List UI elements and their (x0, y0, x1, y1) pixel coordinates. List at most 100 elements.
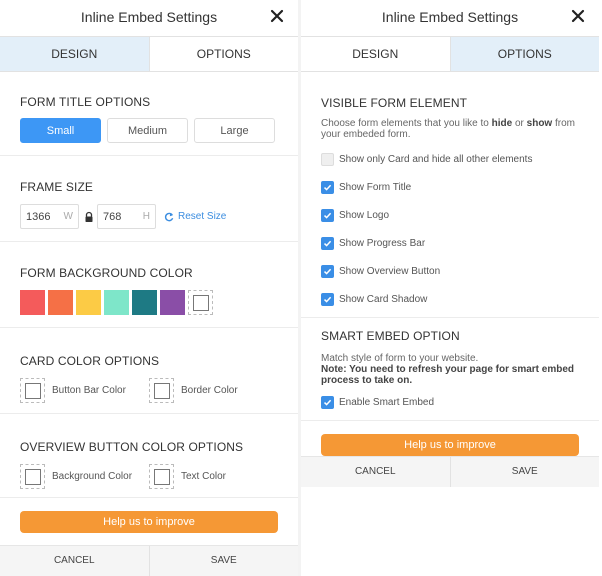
option-label: Show Logo (339, 209, 390, 221)
overview-background-color-label: Background Color (52, 471, 133, 482)
option-show-only-card[interactable]: Show only Card and hide all other elemen… (321, 145, 579, 173)
dialog-footer: CANCEL SAVE (0, 545, 298, 576)
title-size-large-button[interactable]: Large (194, 118, 275, 143)
title-size-small-button[interactable]: Small (20, 118, 101, 143)
color-swatch-yellow[interactable] (76, 290, 101, 315)
smart-embed-description: Match style of form to your website. (321, 353, 479, 364)
color-swatch-teal[interactable] (132, 290, 157, 315)
option-show-form-title[interactable]: Show Form Title (321, 173, 579, 201)
tab-bar: DESIGN OPTIONS (0, 36, 298, 72)
reset-size-label: Reset Size (178, 211, 227, 222)
overview-text-color-picker[interactable]: Text Color (149, 464, 226, 489)
frame-width-value: 1366 (26, 210, 51, 223)
overview-background-color-box (20, 464, 45, 489)
frame-width-input[interactable]: 1366 W (20, 204, 79, 229)
title-size-medium-button[interactable]: Medium (107, 118, 188, 143)
save-button[interactable]: SAVE (148, 546, 299, 576)
dialog-header: Inline Embed Settings (0, 0, 298, 36)
visible-elements-description: Choose form elements that you like to hi… (321, 118, 575, 140)
dialog-footer: CANCEL SAVE (301, 456, 599, 487)
button-bar-color-label: Button Bar Color (52, 385, 126, 396)
check-icon (323, 212, 332, 219)
tab-bar: DESIGN OPTIONS (301, 36, 599, 72)
cancel-button[interactable]: CANCEL (301, 457, 450, 487)
dialog-title: Inline Embed Settings (80, 9, 218, 25)
overview-background-color-picker[interactable]: Background Color (20, 464, 149, 489)
options-panel: Inline Embed Settings DESIGN OPTIONS VIS… (301, 0, 599, 490)
color-swatch-red[interactable] (20, 290, 45, 315)
form-title-heading: FORM TITLE OPTIONS (20, 95, 151, 109)
cancel-button[interactable]: CANCEL (0, 546, 149, 576)
refresh-icon (164, 212, 174, 221)
option-show-card-shadow[interactable]: Show Card Shadow (321, 285, 579, 313)
check-icon (323, 184, 332, 191)
overview-color-section: OVERVIEW BUTTON COLOR OPTIONS Background… (0, 414, 298, 498)
dialog-title: Inline Embed Settings (381, 9, 519, 25)
form-title-section: FORM TITLE OPTIONS Small Medium Large (0, 72, 298, 156)
dialog-header: Inline Embed Settings (301, 0, 599, 36)
color-swatches (20, 290, 278, 315)
card-color-section: CARD COLOR OPTIONS Button Bar Color Bord… (0, 328, 298, 414)
frame-size-heading: FRAME SIZE (20, 180, 94, 194)
checkbox[interactable] (321, 152, 334, 166)
frame-height-input[interactable]: 768 H (97, 204, 156, 229)
design-panel: Inline Embed Settings DESIGN OPTIONS FOR… (0, 0, 298, 576)
lock-icon[interactable] (83, 211, 95, 223)
smart-embed-heading: SMART EMBED OPTION (321, 329, 460, 343)
smart-embed-section: SMART EMBED OPTION Match style of form t… (301, 317, 599, 421)
option-show-overview-button[interactable]: Show Overview Button (321, 257, 579, 285)
frame-height-value: 768 (103, 210, 122, 223)
frame-size-section: FRAME SIZE 1366 W 768 H Reset Size (0, 156, 298, 242)
border-color-box (149, 378, 174, 403)
checkbox[interactable] (321, 180, 334, 194)
option-label: Show Progress Bar (339, 237, 426, 249)
smart-embed-note: Note: You need to refresh your page for … (321, 364, 575, 386)
checkbox[interactable] (321, 395, 334, 409)
tab-options[interactable]: OPTIONS (449, 37, 599, 71)
checkbox[interactable] (321, 236, 334, 250)
check-icon (323, 268, 332, 275)
background-color-section: FORM BACKGROUND COLOR (0, 242, 298, 328)
tab-design[interactable]: DESIGN (0, 37, 149, 71)
check-icon (323, 399, 332, 406)
visible-elements-heading: VISIBLE FORM ELEMENT (321, 96, 468, 110)
check-icon (323, 296, 332, 303)
button-bar-color-picker[interactable]: Button Bar Color (20, 378, 149, 403)
close-icon[interactable] (567, 5, 589, 27)
border-color-picker[interactable]: Border Color (149, 378, 238, 403)
checkbox[interactable] (321, 292, 334, 306)
custom-color-picker[interactable] (188, 290, 213, 315)
frame-width-unit: W (63, 211, 73, 222)
checkbox[interactable] (321, 208, 334, 222)
option-label: Show Card Shadow (339, 293, 428, 305)
option-show-progress-bar[interactable]: Show Progress Bar (321, 229, 579, 257)
option-label: Enable Smart Embed (339, 396, 435, 408)
color-swatch-purple[interactable] (160, 290, 185, 315)
overview-text-color-label: Text Color (181, 471, 227, 482)
option-label: Show Overview Button (339, 265, 441, 277)
close-icon[interactable] (266, 5, 288, 27)
border-color-label: Border Color (181, 385, 238, 396)
save-button[interactable]: SAVE (449, 457, 600, 487)
background-color-heading: FORM BACKGROUND COLOR (20, 266, 193, 280)
overview-text-color-box (149, 464, 174, 489)
check-icon (323, 240, 332, 247)
title-size-selector: Small Medium Large (20, 118, 278, 143)
checkbox[interactable] (321, 264, 334, 278)
card-color-heading: CARD COLOR OPTIONS (20, 354, 160, 368)
option-enable-smart-embed[interactable]: Enable Smart Embed (321, 388, 579, 416)
color-swatch-mint[interactable] (104, 290, 129, 315)
button-bar-color-box (20, 378, 45, 403)
option-show-logo[interactable]: Show Logo (321, 201, 579, 229)
option-label: Show Form Title (339, 181, 412, 193)
reset-size-button[interactable]: Reset Size (164, 211, 226, 222)
help-improve-button[interactable]: Help us to improve (321, 434, 579, 456)
color-swatch-orange[interactable] (48, 290, 73, 315)
tab-options[interactable]: OPTIONS (148, 37, 298, 71)
help-improve-button[interactable]: Help us to improve (20, 511, 278, 533)
option-label: Show only Card and hide all other elemen… (339, 153, 533, 165)
overview-color-heading: OVERVIEW BUTTON COLOR OPTIONS (20, 440, 244, 454)
tab-design[interactable]: DESIGN (301, 37, 450, 71)
frame-height-unit: H (142, 211, 150, 222)
visible-elements-section: VISIBLE FORM ELEMENT Choose form element… (301, 72, 599, 313)
